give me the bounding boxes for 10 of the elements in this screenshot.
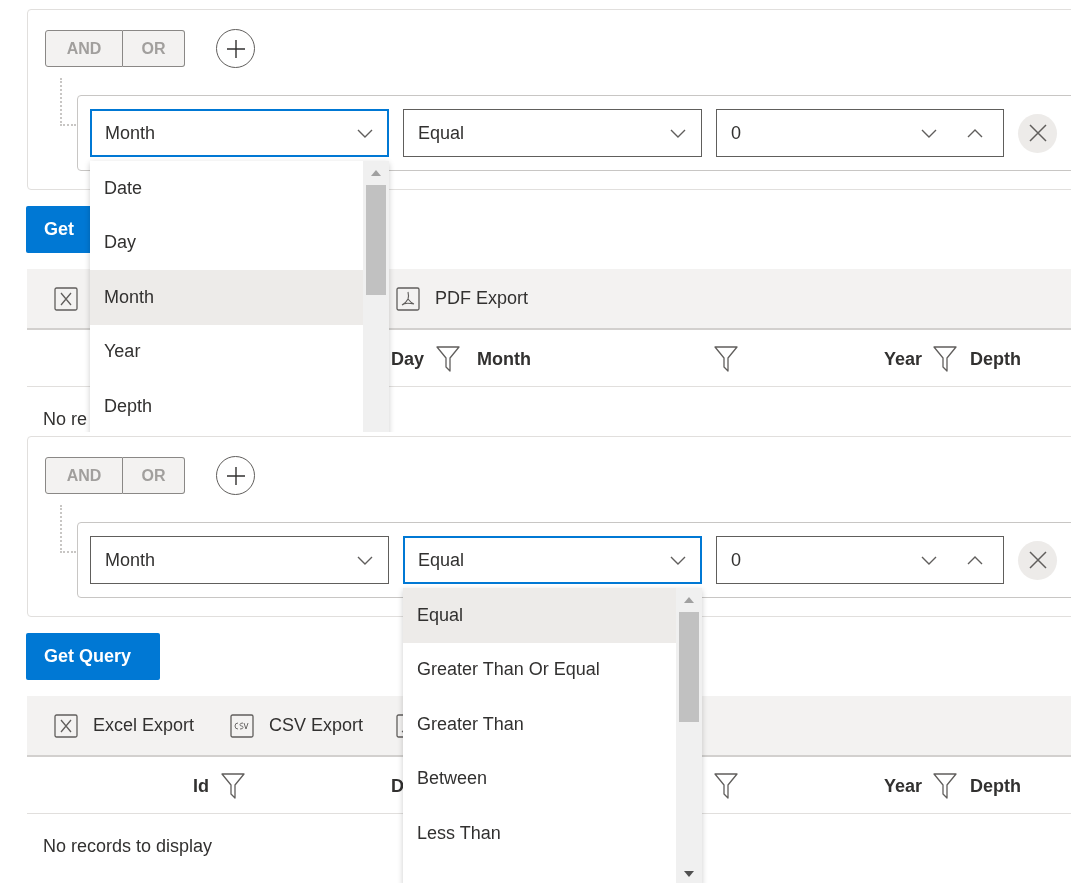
empty-message: No records to display bbox=[43, 835, 213, 858]
column-header: Year bbox=[883, 774, 922, 798]
column-header: Year bbox=[883, 347, 922, 371]
column-header: Depth bbox=[970, 774, 1021, 798]
column-header: Day bbox=[391, 347, 425, 371]
empty-message: No re bbox=[43, 408, 87, 431]
column-header: Depth bbox=[970, 347, 1021, 371]
column-header: D bbox=[391, 774, 404, 798]
column-header: Month bbox=[477, 347, 531, 371]
column-header: Id bbox=[193, 774, 209, 798]
